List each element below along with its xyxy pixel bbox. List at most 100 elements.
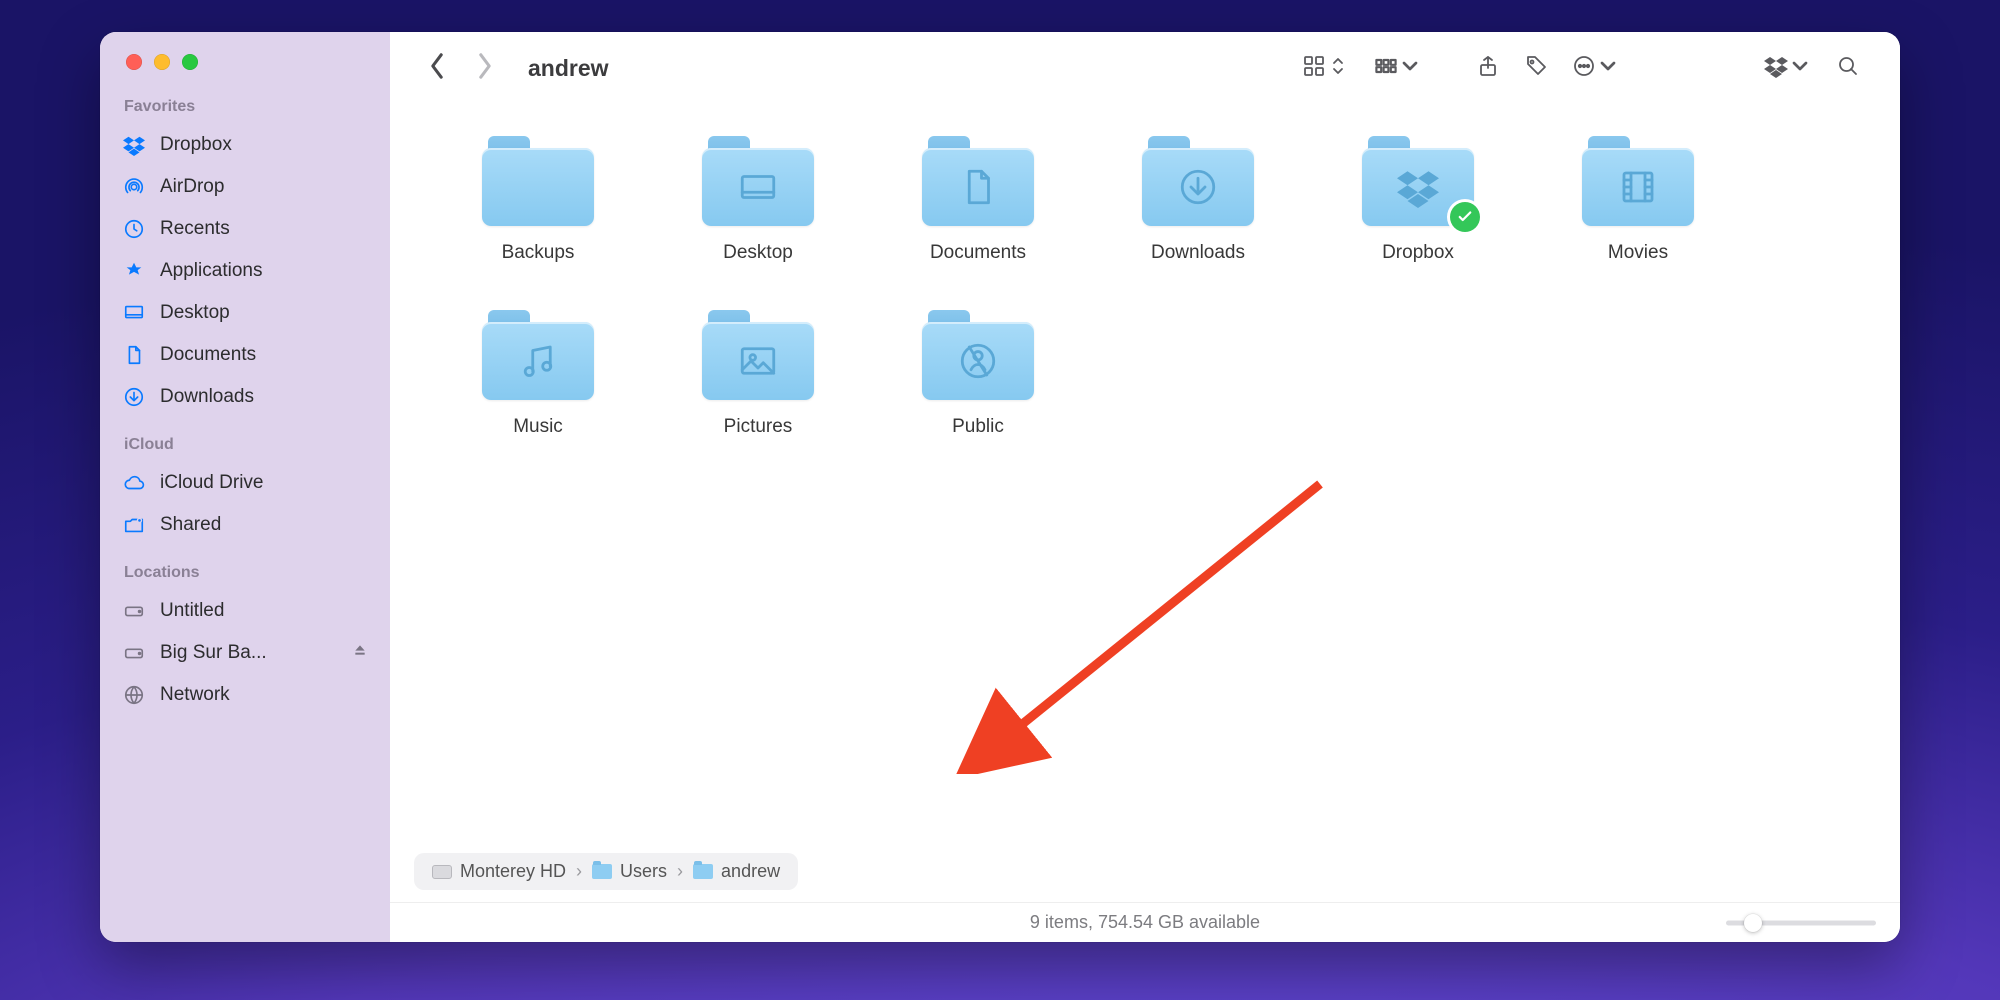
cloud-icon <box>122 471 146 495</box>
sidebar-item-label: Downloads <box>160 386 254 408</box>
sidebar-item-shared[interactable]: Shared <box>100 504 390 546</box>
toolbar-dropbox-button[interactable] <box>1752 48 1824 89</box>
sidebar-item-airdrop[interactable]: AirDrop <box>100 166 390 208</box>
globe-icon <box>122 683 146 707</box>
tag-icon <box>1524 54 1548 83</box>
status-bar: 9 items, 754.54 GB available <box>390 902 1900 942</box>
path-segment-monterey-hd[interactable]: Monterey HD <box>432 861 566 882</box>
sidebar-item-big-sur-ba[interactable]: Big Sur Ba... <box>100 632 390 674</box>
path-segment-andrew[interactable]: andrew <box>693 861 780 882</box>
folder-icon <box>702 136 814 226</box>
content-area[interactable]: Backups Desktop Documents Downloads Dropbox M… <box>390 104 1900 847</box>
window-minimize-button[interactable] <box>154 54 170 70</box>
folder-icon <box>702 310 814 400</box>
folder-icon <box>482 136 594 226</box>
sidebar-item-recents[interactable]: Recents <box>100 208 390 250</box>
folder-music[interactable]: Music <box>428 310 648 438</box>
status-text: 9 items, 754.54 GB available <box>1030 912 1260 933</box>
sidebar-item-icloud-drive[interactable]: iCloud Drive <box>100 462 390 504</box>
folder-documents[interactable]: Documents <box>868 136 1088 264</box>
path-segment-label: Monterey HD <box>460 861 566 882</box>
sync-ok-badge <box>1450 202 1480 232</box>
sidebar-item-untitled[interactable]: Untitled <box>100 590 390 632</box>
sidebar-item-label: AirDrop <box>160 176 224 198</box>
sidebar-item-label: Untitled <box>160 600 224 622</box>
shared-folder-icon <box>122 513 146 537</box>
sidebar-item-label: Desktop <box>160 302 230 324</box>
folder-label: Music <box>513 416 563 438</box>
toolbar-actions-button[interactable] <box>1560 48 1632 89</box>
folder-label: Pictures <box>724 416 793 438</box>
sidebar-item-label: Applications <box>160 260 262 282</box>
folder-backups[interactable]: Backups <box>428 136 648 264</box>
folder-icon <box>922 136 1034 226</box>
dropbox-chevron-icon <box>1764 54 1812 83</box>
dropbox-icon <box>122 133 146 157</box>
folder-icon <box>1362 136 1474 226</box>
sidebar-item-label: Recents <box>160 218 230 240</box>
folder-label: Movies <box>1608 242 1668 264</box>
sidebar-item-applications[interactable]: Applications <box>100 250 390 292</box>
eject-icon[interactable] <box>352 642 368 664</box>
toolbar-group-by-button[interactable] <box>1362 48 1434 89</box>
hd-icon <box>432 865 452 879</box>
folder-desktop[interactable]: Desktop <box>648 136 868 264</box>
desktop-icon <box>122 301 146 325</box>
document-icon <box>122 343 146 367</box>
folder-movies[interactable]: Movies <box>1528 136 1748 264</box>
sidebar-item-label: Shared <box>160 514 221 536</box>
folder-label: Dropbox <box>1382 242 1454 264</box>
download-circle-icon <box>122 385 146 409</box>
sidebar-item-dropbox[interactable]: Dropbox <box>100 124 390 166</box>
folder-icon <box>1142 136 1254 226</box>
ext-disk-icon <box>122 599 146 623</box>
window-zoom-button[interactable] <box>182 54 198 70</box>
sidebar-item-desktop[interactable]: Desktop <box>100 292 390 334</box>
sidebar-item-label: Dropbox <box>160 134 232 156</box>
grid-updown-icon <box>1302 54 1350 83</box>
path-segment-label: andrew <box>721 861 780 882</box>
folder-dropbox[interactable]: Dropbox <box>1308 136 1528 264</box>
toolbar-view-mode-button[interactable] <box>1290 48 1362 89</box>
folder-icon <box>693 864 713 879</box>
folder-downloads[interactable]: Downloads <box>1088 136 1308 264</box>
folder-pictures[interactable]: Pictures <box>648 310 868 438</box>
folder-public[interactable]: Public <box>868 310 1088 438</box>
annotation-arrow <box>950 474 1350 774</box>
nav-forward-button[interactable] <box>466 46 504 91</box>
folder-icon <box>922 310 1034 400</box>
folder-label: Desktop <box>723 242 793 264</box>
ext-disk-icon <box>122 641 146 665</box>
icon-size-slider[interactable] <box>1726 920 1876 926</box>
finder-window: FavoritesDropboxAirDropRecentsApplicatio… <box>100 32 1900 942</box>
chevron-right-icon: › <box>677 861 683 882</box>
sidebar-item-documents[interactable]: Documents <box>100 334 390 376</box>
path-bar: Monterey HD › Users › andrew <box>414 853 798 890</box>
folder-label: Backups <box>502 242 575 264</box>
folder-icon <box>1582 136 1694 226</box>
sidebar-section-label: iCloud <box>100 418 390 462</box>
folder-icon <box>482 310 594 400</box>
toolbar-search-button[interactable] <box>1824 48 1872 89</box>
folder-label: Downloads <box>1151 242 1245 264</box>
toolbar: andrew <box>390 32 1900 104</box>
chevron-right-icon: › <box>576 861 582 882</box>
nav-back-button[interactable] <box>418 46 456 91</box>
sidebar-item-label: Documents <box>160 344 256 366</box>
window-close-button[interactable] <box>126 54 142 70</box>
toolbar-share-button[interactable] <box>1464 48 1512 89</box>
sidebar-item-label: iCloud Drive <box>160 472 263 494</box>
airdrop-icon <box>122 175 146 199</box>
search-icon <box>1836 54 1860 83</box>
folder-label: Public <box>952 416 1004 438</box>
toolbar-tags-button[interactable] <box>1512 48 1560 89</box>
main-area: andrew Backups Desktop Documents Downloads D… <box>390 32 1900 942</box>
traffic-lights <box>100 54 390 88</box>
sidebar-item-label: Big Sur Ba... <box>160 642 267 664</box>
sidebar-item-label: Network <box>160 684 230 706</box>
sidebar: FavoritesDropboxAirDropRecentsApplicatio… <box>100 32 390 942</box>
sidebar-item-network[interactable]: Network <box>100 674 390 716</box>
sidebar-item-downloads[interactable]: Downloads <box>100 376 390 418</box>
ellipsis-circle-chevron-icon <box>1572 54 1620 83</box>
path-segment-users[interactable]: Users <box>592 861 667 882</box>
